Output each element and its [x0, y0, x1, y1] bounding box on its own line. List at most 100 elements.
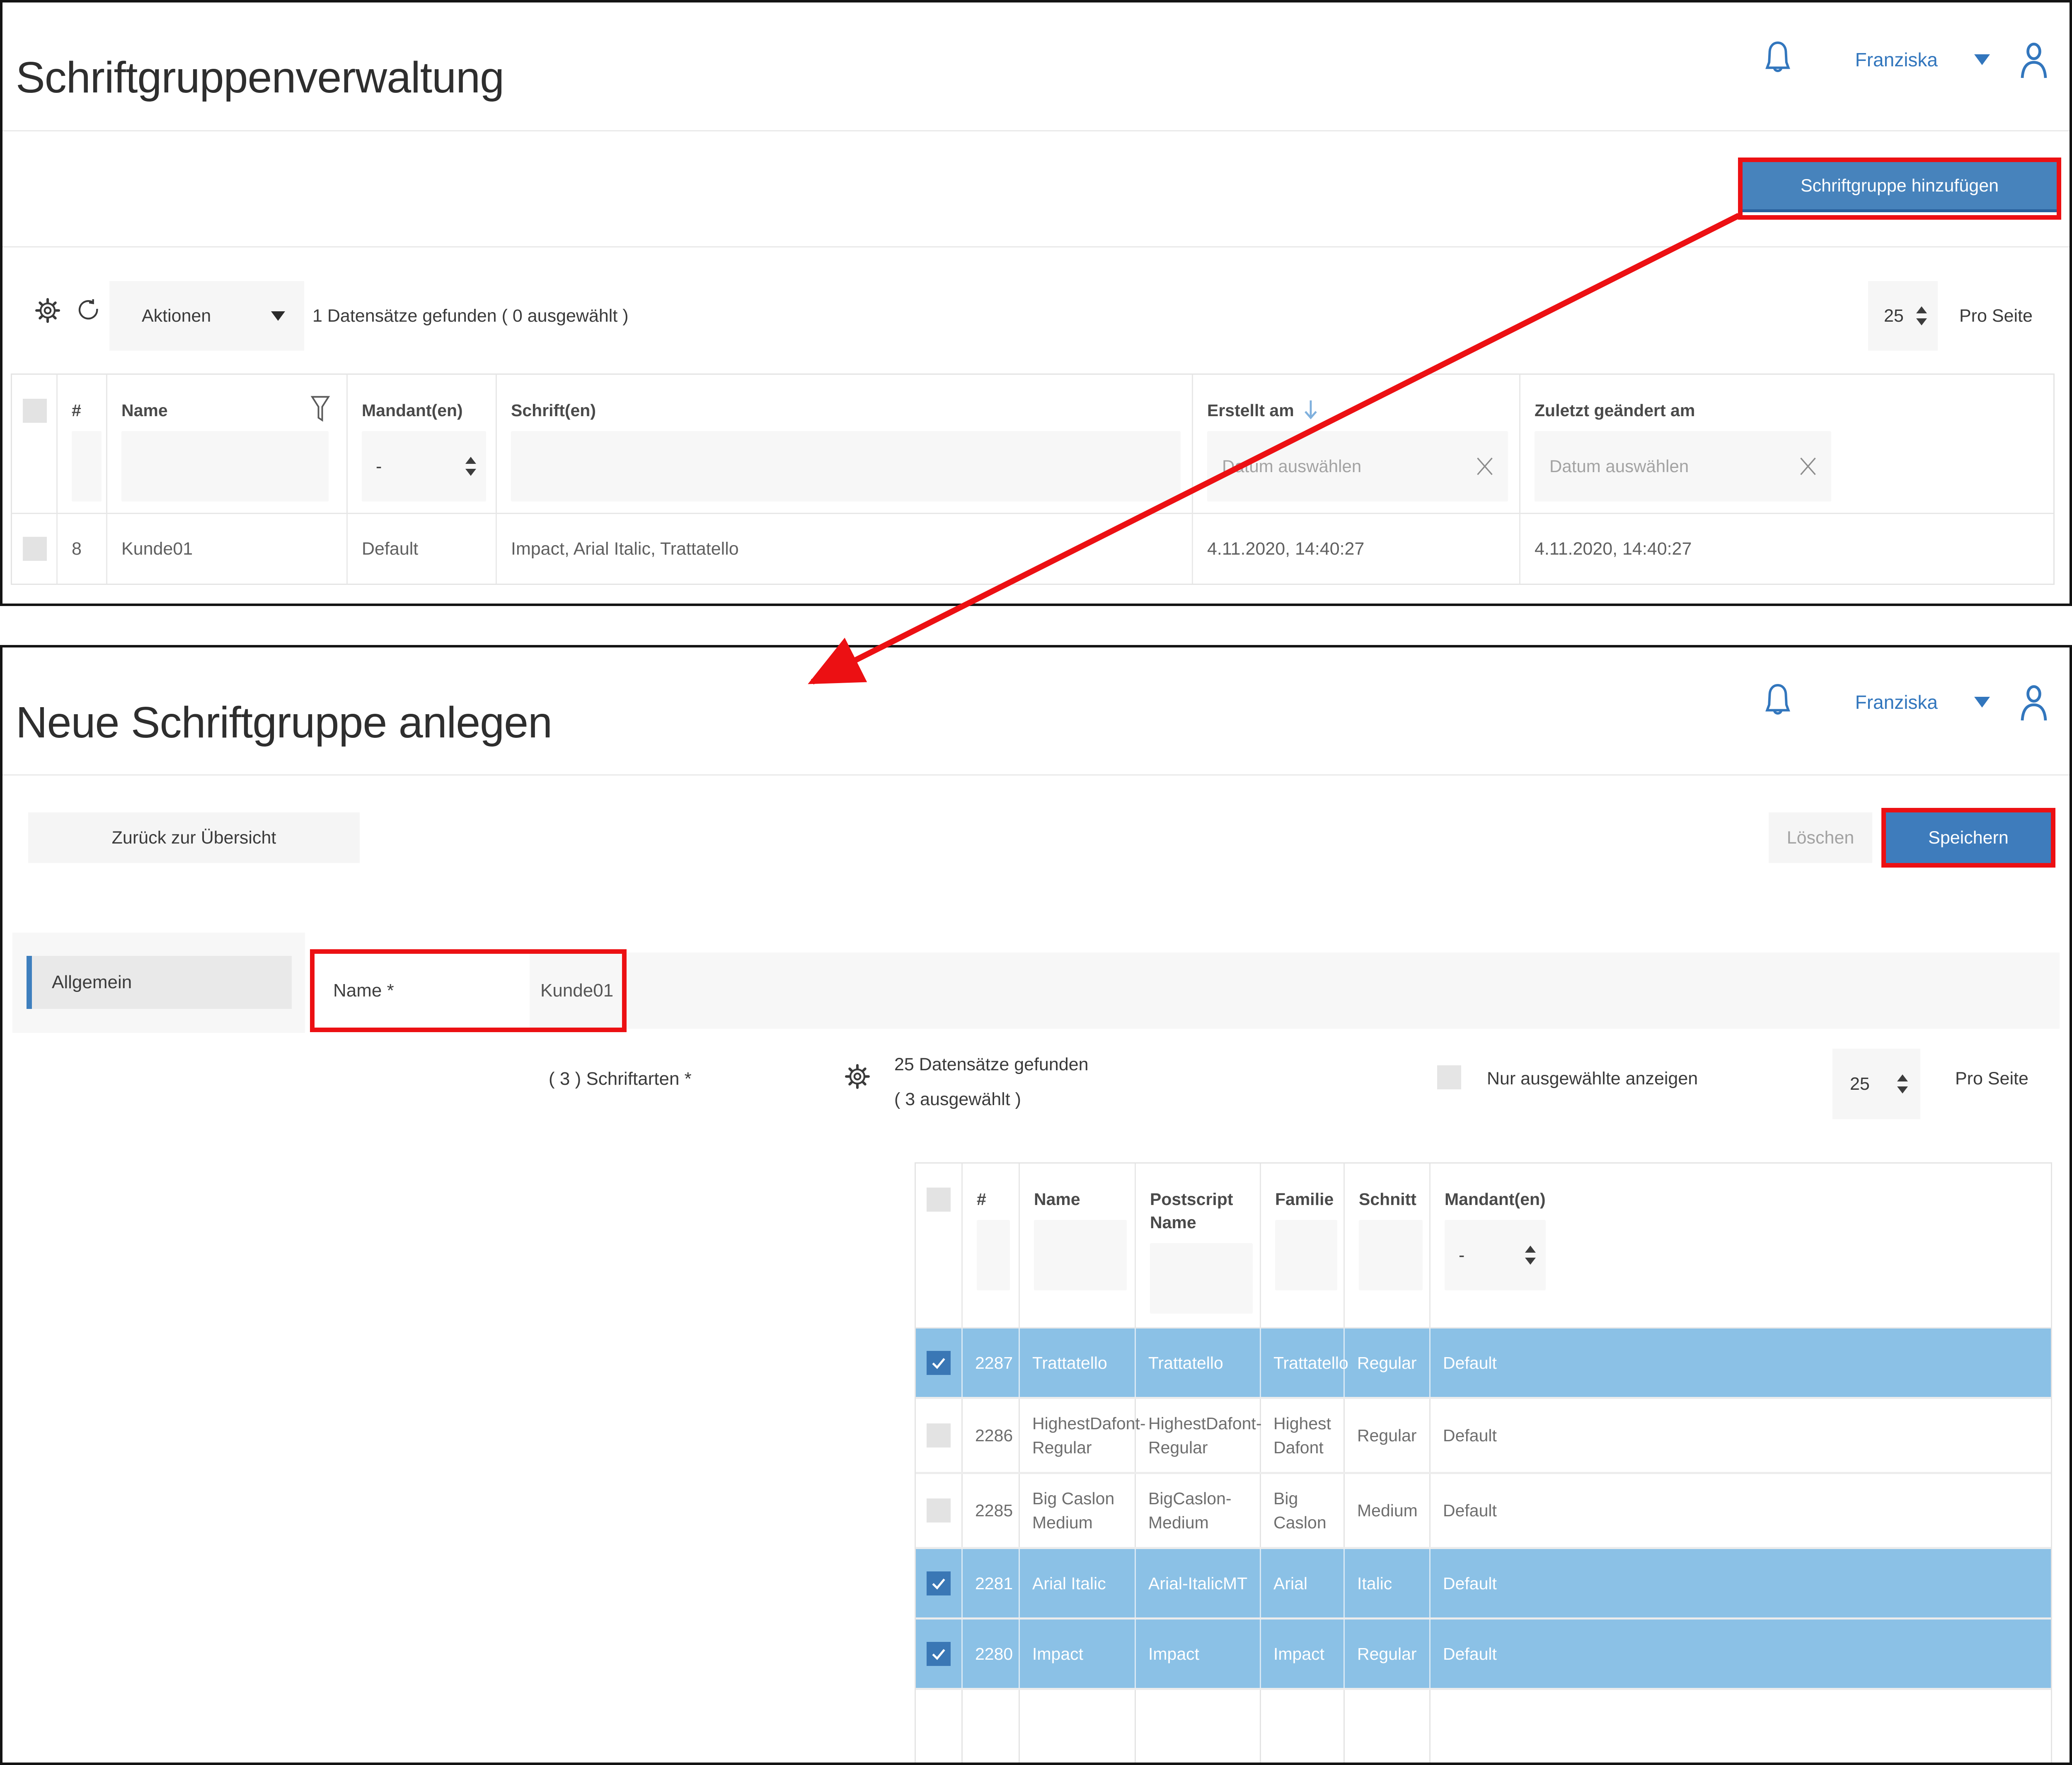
cell-name: Impact [1020, 1620, 1136, 1688]
only-selected-label: Nur ausgewählte anzeigen [1487, 1069, 1698, 1089]
form-sidebar: Allgemein [12, 933, 305, 1033]
panel-neue-schriftgruppe: Neue Schriftgruppe anlegen Franziska Zur… [0, 645, 2072, 1765]
refresh-icon[interactable] [75, 297, 101, 324]
column-header-id[interactable]: # [963, 1164, 1020, 1327]
up-down-arrows-icon [1897, 1072, 1908, 1096]
font-row[interactable]: 2280ImpactImpactImpactRegularDefault [916, 1620, 2051, 1690]
fonts-records-line2: ( 3 ausgewählt ) [894, 1089, 1021, 1110]
chevron-down-icon[interactable] [1974, 54, 1990, 65]
chevron-down-icon[interactable] [1974, 697, 1990, 708]
column-header-name[interactable]: Name [1020, 1164, 1136, 1327]
funnel-icon[interactable] [307, 394, 333, 424]
schriftarten-label: ( 3 ) Schriftarten * [549, 1069, 692, 1089]
name-field-value[interactable]: Kunde01 [540, 953, 613, 1029]
gear-icon[interactable] [844, 1063, 871, 1090]
select-all-checkbox-cell [12, 375, 58, 513]
sidebar-item-allgemein[interactable]: Allgemein [27, 956, 292, 1009]
column-header-schrift[interactable]: Schrift(en) [497, 375, 1193, 513]
cell-postscript: Impact [1136, 1620, 1261, 1688]
cell-modified: 4.11.2020, 14:40:27 [1520, 514, 2053, 584]
bell-icon[interactable] [1760, 38, 1795, 81]
schrift-filter-input[interactable] [511, 431, 1181, 502]
column-header-geaendert[interactable]: Zuletzt geändert am Datum auswählen [1520, 375, 2053, 513]
x-icon[interactable] [1472, 454, 1497, 479]
column-header-erstellt[interactable]: Erstellt am Datum auswählen [1193, 375, 1520, 513]
mandant-filter-select[interactable]: - [1445, 1220, 1546, 1290]
delete-button[interactable]: Löschen [1769, 812, 1872, 863]
schnitt-filter-input[interactable] [1359, 1220, 1423, 1290]
font-row[interactable]: 2286HighestDafont-RegularHighestDafont-R… [916, 1399, 2051, 1474]
back-to-overview-button[interactable]: Zurück zur Übersicht [28, 812, 360, 863]
gear-icon[interactable] [34, 297, 61, 324]
cell-schnitt: Medium [1345, 1474, 1431, 1547]
row-checkbox-cell [916, 1329, 963, 1397]
column-header-name[interactable]: Name [107, 375, 348, 513]
checked-checkbox[interactable] [927, 1351, 951, 1375]
postscript-filter-input[interactable] [1150, 1243, 1253, 1314]
column-header-postscript[interactable]: Postscript Name [1136, 1164, 1261, 1327]
id-filter-input[interactable] [72, 431, 102, 502]
mandant-filter-select[interactable]: - [362, 431, 486, 502]
familie-filter-input[interactable] [1275, 1220, 1337, 1290]
font-row[interactable]: 2281Arial ItalicArial-ItalicMTArialItali… [916, 1549, 2051, 1620]
cell-name: Trattatello [1020, 1329, 1136, 1397]
select-all-checkbox[interactable] [927, 1188, 951, 1212]
modified-date-filter[interactable]: Datum auswählen [1535, 431, 1831, 502]
person-icon[interactable] [2014, 681, 2054, 724]
cell-mandant: Default [1431, 1329, 2051, 1397]
person-icon[interactable] [2014, 38, 2054, 81]
up-down-arrows-icon [1525, 1243, 1536, 1267]
name-filter-input[interactable] [1034, 1220, 1127, 1290]
table-row-partial [916, 1690, 2051, 1763]
select-all-checkbox-cell [916, 1164, 963, 1327]
per-page-label: Pro Seite [1955, 1069, 2028, 1089]
font-row[interactable]: 2287TrattatelloTrattatelloTrattatelloReg… [916, 1329, 2051, 1399]
cell-name: HighestDafont-Regular [1020, 1399, 1136, 1472]
cell-id: 2281 [963, 1549, 1020, 1617]
created-date-filter[interactable]: Datum auswählen [1207, 431, 1508, 502]
name-form-row: Name * Kunde01 [313, 953, 2060, 1029]
page-size-select[interactable]: 25 [1868, 281, 1938, 351]
row-checkbox-cell [916, 1474, 963, 1547]
save-button[interactable]: Speichern [1886, 812, 2051, 863]
bell-icon[interactable] [1760, 681, 1795, 724]
x-icon[interactable] [1796, 454, 1820, 479]
panel-schriftgruppenverwaltung: Schriftgruppenverwaltung Franziska Schri… [0, 0, 2072, 606]
column-header-mandant[interactable]: Mandant(en) - [1431, 1164, 2051, 1327]
column-header-id[interactable]: # [58, 375, 107, 513]
table-header-row: # Name Mandant(en) - [12, 375, 2053, 514]
cell-schnitt: Regular [1345, 1329, 1431, 1397]
row-checkbox-cell [916, 1549, 963, 1617]
checked-checkbox[interactable] [927, 1642, 951, 1666]
name-filter-input[interactable] [121, 431, 329, 502]
user-name[interactable]: Franziska [1855, 48, 1938, 71]
row-checkbox-cell [12, 514, 58, 584]
id-filter-input[interactable] [977, 1220, 1010, 1290]
page-title: Schriftgruppenverwaltung [16, 53, 504, 103]
table-row[interactable]: 8 Kunde01 Default Impact, Arial Italic, … [12, 514, 2053, 584]
only-selected-checkbox[interactable] [1437, 1065, 1461, 1089]
row-checkbox[interactable] [927, 1423, 951, 1447]
per-page-label: Pro Seite [1959, 306, 2033, 326]
page-size-select[interactable]: 25 [1832, 1049, 1920, 1119]
table-header-row: # Name Postscript Name Familie Schnitt [916, 1164, 2051, 1329]
column-header-schnitt[interactable]: Schnitt [1345, 1164, 1431, 1327]
cell-schnitt: Regular [1345, 1399, 1431, 1472]
schriftgruppen-table: # Name Mandant(en) - [11, 373, 2055, 585]
select-all-checkbox[interactable] [23, 399, 47, 423]
row-checkbox-cell [916, 1399, 963, 1472]
column-header-familie[interactable]: Familie [1261, 1164, 1345, 1327]
cell-id: 2286 [963, 1399, 1020, 1472]
font-row[interactable]: 2285Big Caslon MediumBigCaslon-MediumBig… [916, 1474, 2051, 1549]
add-schriftgruppe-button[interactable]: Schriftgruppe hinzufügen [1743, 162, 2057, 212]
row-checkbox[interactable] [927, 1498, 951, 1523]
fonts-table: # Name Postscript Name Familie Schnitt [915, 1162, 2052, 1765]
column-header-mandant[interactable]: Mandant(en) - [348, 375, 497, 513]
checked-checkbox[interactable] [927, 1571, 951, 1595]
row-checkbox[interactable] [23, 537, 47, 561]
cell-schnitt: Regular [1345, 1620, 1431, 1688]
page-title: Neue Schriftgruppe anlegen [16, 698, 552, 748]
cell-schnitt: Italic [1345, 1549, 1431, 1617]
user-name[interactable]: Franziska [1855, 691, 1938, 713]
aktionen-dropdown[interactable]: Aktionen [109, 281, 304, 351]
